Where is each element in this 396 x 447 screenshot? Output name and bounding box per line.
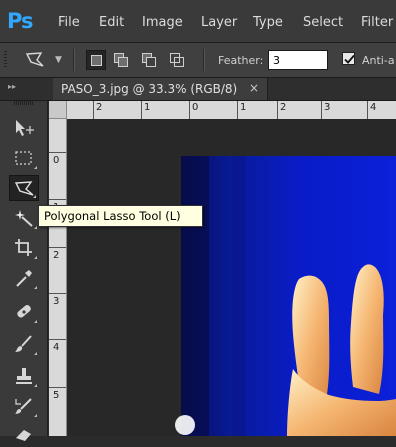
add-selection-icon-2 bbox=[118, 57, 128, 67]
move-tool[interactable] bbox=[9, 115, 39, 141]
document-tab[interactable]: PASO_3.jpg @ 33.3% (RGB/8) × bbox=[53, 78, 268, 100]
separator bbox=[73, 49, 75, 71]
checkmark-icon bbox=[344, 54, 355, 64]
preset-dropdown-arrow-icon[interactable]: ▼ bbox=[55, 55, 62, 65]
tool-group-indicator bbox=[34, 414, 37, 417]
options-bar: ▼ Feather: Anti-a bbox=[0, 43, 396, 78]
ruler-origin[interactable] bbox=[49, 101, 67, 119]
ruler-tick bbox=[49, 247, 66, 248]
ruler-label: 1 bbox=[144, 102, 151, 113]
new-selection-button[interactable] bbox=[86, 50, 106, 70]
eyedropper-tool[interactable] bbox=[9, 265, 39, 291]
tool-tooltip: Polygonal Lasso Tool (L) bbox=[38, 205, 203, 227]
separator bbox=[203, 49, 205, 71]
horizontal-ruler[interactable]: 2 1 0 1 2 3 4 bbox=[49, 101, 396, 120]
ruler-label: 4 bbox=[53, 342, 60, 353]
ruler-tick bbox=[367, 101, 368, 119]
history-brush-tool-icon bbox=[15, 398, 32, 414]
ruler-label: 5 bbox=[53, 390, 60, 401]
intersect-selection-button[interactable] bbox=[167, 50, 187, 70]
intersect-selection-icon-2 bbox=[174, 57, 184, 67]
ruler-tick bbox=[49, 339, 66, 340]
feather-input[interactable] bbox=[268, 50, 328, 70]
anti-alias-checkbox[interactable] bbox=[342, 52, 355, 65]
magic-wand-tool[interactable] bbox=[9, 205, 39, 231]
crop-tool-icon bbox=[15, 239, 32, 256]
vertical-ruler[interactable]: 0 1 2 3 4 5 bbox=[49, 119, 67, 436]
ruler-label: 2 bbox=[96, 102, 103, 113]
ruler-tick bbox=[141, 101, 142, 119]
menu-layer[interactable]: Layer bbox=[201, 15, 237, 30]
ruler-label: 3 bbox=[324, 102, 331, 113]
menu-image[interactable]: Image bbox=[142, 15, 183, 30]
move-tool-icon bbox=[16, 120, 34, 136]
document-tab-bar: ▸▸ PASO_3.jpg @ 33.3% (RGB/8) × bbox=[0, 78, 396, 101]
tool-preset-picker[interactable] bbox=[25, 51, 47, 69]
tool-group-indicator bbox=[33, 195, 36, 198]
menu-select[interactable]: Select bbox=[303, 15, 343, 30]
brush-tool-icon bbox=[15, 335, 32, 352]
document-canvas-area[interactable] bbox=[67, 119, 396, 436]
document-image[interactable] bbox=[67, 119, 396, 436]
ruler-tick bbox=[277, 101, 278, 119]
ruler-label: 2 bbox=[53, 250, 60, 261]
tool-group-indicator bbox=[34, 286, 37, 289]
rectangular-marquee-tool-icon bbox=[15, 151, 32, 165]
ruler-tick bbox=[93, 101, 94, 119]
menu-bar: Ps File Edit Image Layer Type Select Fil… bbox=[0, 0, 396, 43]
feather-label: Feather: bbox=[218, 54, 264, 67]
ruler-label: 0 bbox=[192, 102, 199, 113]
spot-healing-brush-tool-icon bbox=[17, 305, 31, 318]
tool-group-indicator bbox=[34, 166, 37, 169]
brush-tool[interactable] bbox=[9, 331, 39, 357]
ruler-tick bbox=[49, 152, 66, 153]
clone-stamp-tool-icon bbox=[16, 368, 32, 384]
tool-group-indicator bbox=[34, 352, 37, 355]
tool-group-indicator bbox=[34, 320, 37, 323]
ruler-tick bbox=[49, 199, 66, 200]
ruler-tick bbox=[189, 101, 190, 119]
ruler-label: 2 bbox=[280, 102, 287, 113]
tools-panel bbox=[0, 101, 48, 441]
menu-type[interactable]: Type bbox=[253, 15, 283, 30]
polygonal-lasso-tool[interactable] bbox=[9, 175, 39, 201]
new-selection-icon bbox=[91, 55, 102, 66]
eyedropper-tool-icon bbox=[16, 270, 32, 287]
spot-healing-brush-tool[interactable] bbox=[9, 299, 39, 325]
eraser-tool[interactable] bbox=[9, 421, 39, 447]
polygonal-lasso-preset-icon bbox=[25, 52, 44, 67]
menu-edit[interactable]: Edit bbox=[99, 15, 124, 30]
ruler-label: 3 bbox=[53, 296, 60, 307]
magic-wand-tool-icon bbox=[15, 210, 33, 227]
ruler-tick bbox=[49, 293, 66, 294]
photoshop-logo: Ps bbox=[7, 9, 34, 33]
ruler-label: 1 bbox=[240, 102, 247, 113]
close-tab-icon[interactable]: × bbox=[249, 81, 259, 95]
ruler-tick bbox=[237, 101, 238, 119]
tool-group-indicator bbox=[34, 384, 37, 387]
menu-filter[interactable]: Filter bbox=[361, 15, 393, 30]
history-brush-tool[interactable] bbox=[9, 393, 39, 419]
document-tab-title: PASO_3.jpg @ 33.3% (RGB/8) bbox=[61, 82, 238, 96]
anti-alias-label: Anti-a bbox=[362, 54, 395, 67]
crop-tool[interactable] bbox=[9, 235, 39, 261]
tools-panel-grip[interactable] bbox=[14, 101, 34, 105]
menu-file[interactable]: File bbox=[58, 15, 80, 30]
tool-group-indicator bbox=[34, 256, 37, 259]
ruler-label: 4 bbox=[370, 102, 377, 113]
subtract-selection-icon-2 bbox=[146, 57, 156, 67]
subtract-from-selection-button[interactable] bbox=[139, 50, 159, 70]
ruler-tick bbox=[49, 387, 66, 388]
collapse-panels-icon[interactable]: ▸▸ bbox=[8, 82, 16, 91]
ruler-tick bbox=[321, 101, 322, 119]
add-to-selection-button[interactable] bbox=[111, 50, 131, 70]
ruler-label: 0 bbox=[53, 155, 60, 166]
options-bar-grip[interactable] bbox=[4, 51, 7, 69]
clone-stamp-tool[interactable] bbox=[9, 363, 39, 389]
rectangular-marquee-tool[interactable] bbox=[9, 145, 39, 171]
eraser-tool-icon bbox=[16, 430, 31, 441]
tool-group-indicator bbox=[34, 226, 37, 229]
